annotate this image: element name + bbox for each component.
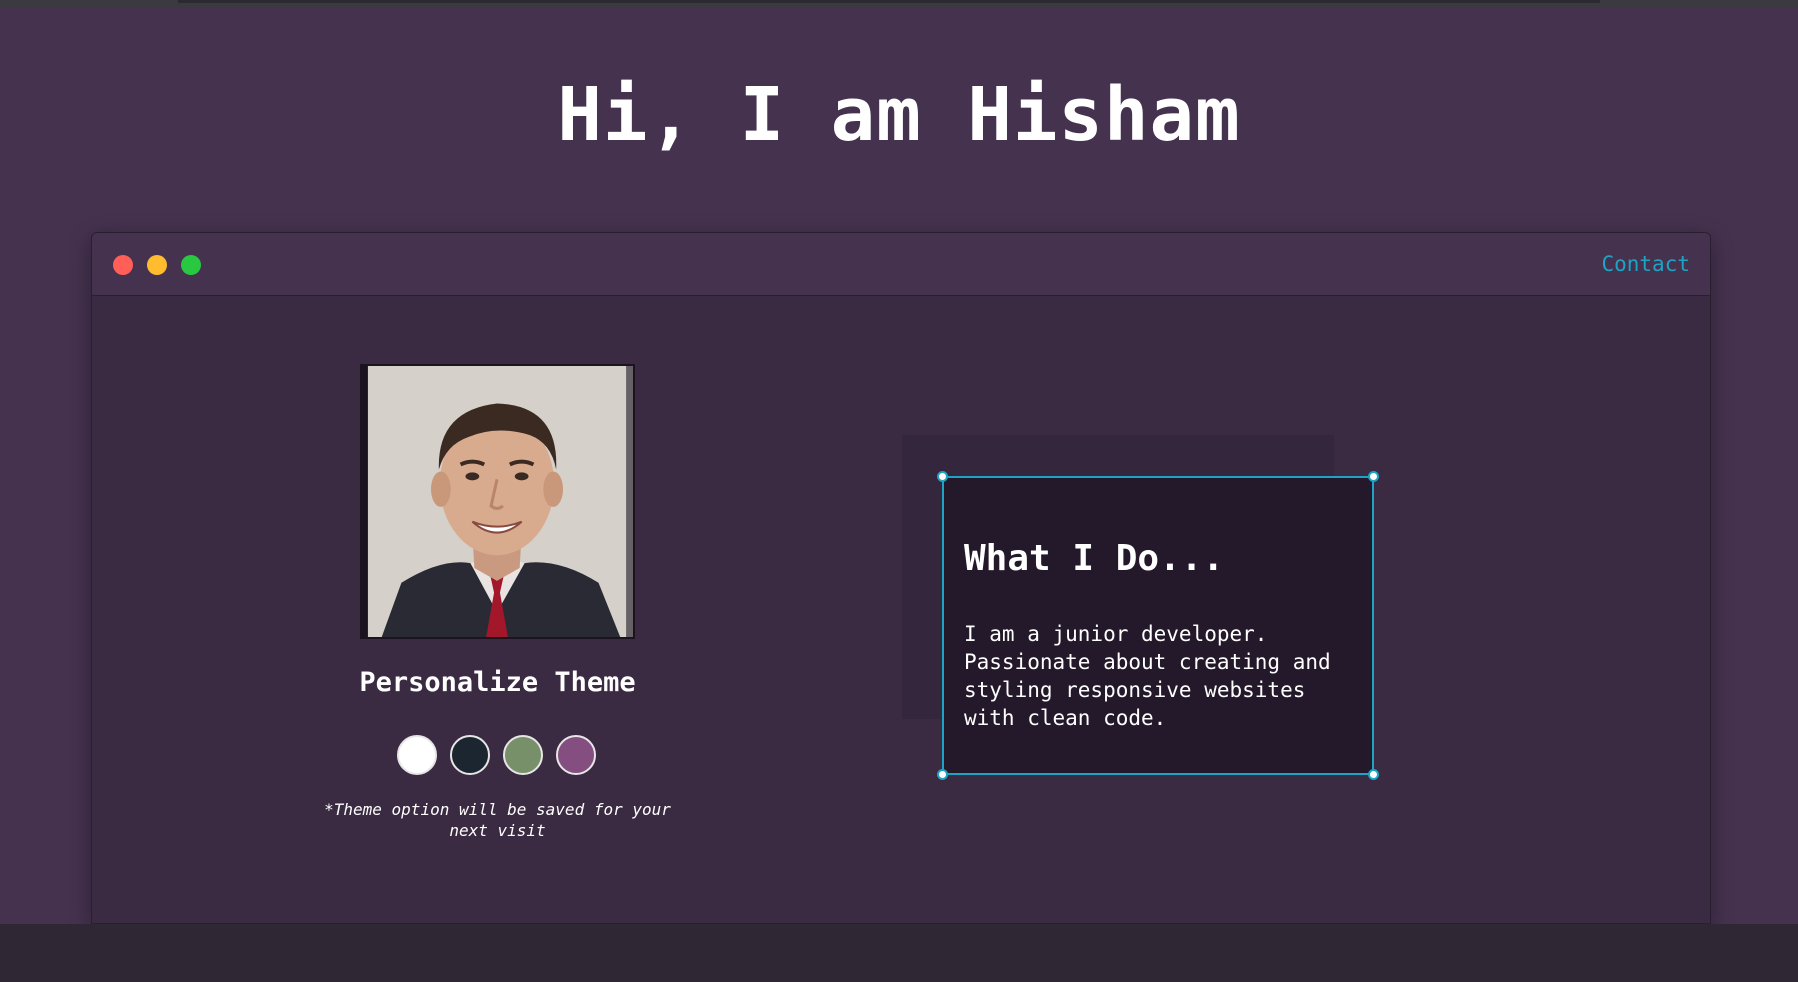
resize-handle-bottom-left[interactable] xyxy=(937,769,948,780)
what-i-do-title: What I Do... xyxy=(964,538,1225,579)
what-i-do-body: I am a junior developer. Passionate abou… xyxy=(964,622,1331,730)
what-i-do-card[interactable]: What I Do... I am a junior developer. Pa… xyxy=(937,471,1379,780)
browser-top-strip-inner xyxy=(178,0,1600,3)
close-dot-icon[interactable] xyxy=(113,255,133,275)
personalize-theme-title: Personalize Theme xyxy=(359,667,636,698)
hero-title: Hi, I am Hisham xyxy=(557,72,1241,158)
resize-handle-bottom-right[interactable] xyxy=(1368,769,1379,780)
profile-photo xyxy=(360,364,635,639)
resize-handle-top-right[interactable] xyxy=(1368,471,1379,482)
theme-swatch-green[interactable] xyxy=(503,735,543,775)
theme-swatch-blue[interactable] xyxy=(450,735,490,775)
minimize-dot-icon[interactable] xyxy=(147,255,167,275)
window-titlebar: Contact xyxy=(92,233,1710,296)
theme-note: *Theme option will be saved for your nex… xyxy=(324,800,671,840)
theme-swatch-light[interactable] xyxy=(397,735,437,775)
preview-window: Contact Personalize Theme *Theme option … xyxy=(91,232,1711,924)
contact-link[interactable]: Contact xyxy=(1601,252,1690,276)
bottom-bar xyxy=(0,924,1798,982)
maximize-dot-icon[interactable] xyxy=(181,255,201,275)
browser-top-strip xyxy=(0,0,1798,8)
theme-swatch-purple[interactable] xyxy=(556,735,596,775)
profile-photo-icon xyxy=(362,366,633,637)
theme-swatches xyxy=(397,735,601,777)
resize-handle-top-left[interactable] xyxy=(937,471,948,482)
